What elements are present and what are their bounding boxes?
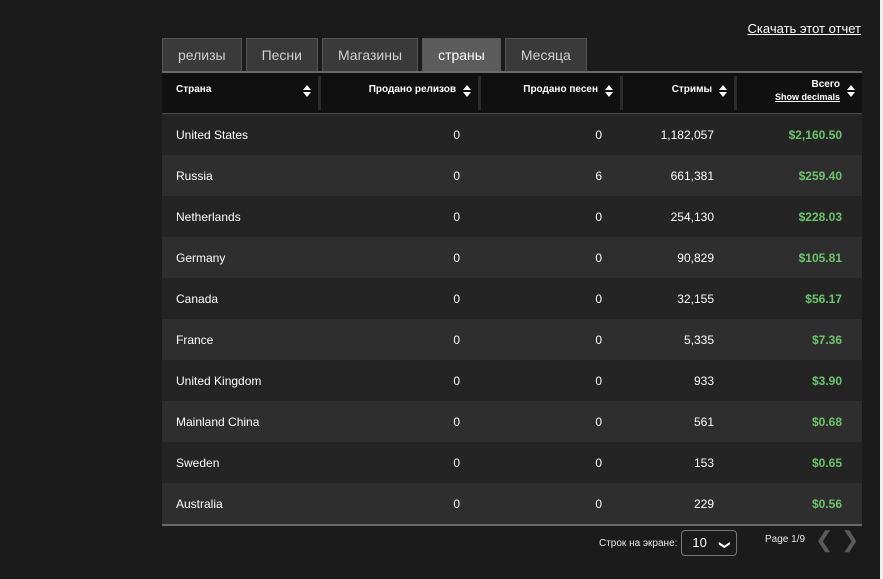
country-cell: Canada: [176, 291, 219, 306]
sort-icon: [605, 85, 613, 97]
country-cell: Netherlands: [176, 209, 241, 224]
total-cell: $7.36: [811, 332, 842, 347]
streams-cell: 1,182,057: [660, 127, 714, 142]
streams-cell: 254,130: [670, 209, 714, 224]
songs-sold-cell: 6: [595, 168, 602, 183]
total-cell: $105.81: [798, 250, 842, 265]
table-row[interactable]: Australia 0 0 229 $0.56: [162, 483, 862, 524]
tab-releases[interactable]: релизы: [162, 38, 242, 71]
streams-cell: 5,335: [683, 332, 714, 347]
country-cell: Sweden: [176, 455, 220, 470]
sort-icon: [303, 85, 311, 97]
column-header-country[interactable]: Страна: [162, 73, 318, 113]
table-row[interactable]: Netherlands 0 0 254,130 $228.03: [162, 196, 862, 237]
table-row[interactable]: Russia 0 6 661,381 $259.40: [162, 155, 862, 196]
country-cell: Mainland China: [176, 414, 260, 429]
total-cell: $259.40: [798, 168, 842, 183]
rows-per-page-control: Строк на экране: 10 ❯: [599, 530, 738, 556]
sort-icon: [719, 85, 727, 97]
songs-sold-cell: 0: [595, 373, 602, 388]
tab-stores[interactable]: Магазины: [321, 38, 419, 71]
rows-per-page-value: 10: [692, 535, 707, 550]
streams-cell: 229: [693, 496, 714, 511]
songs-sold-cell: 0: [595, 496, 602, 511]
column-header-label: Продано релизов: [368, 84, 456, 95]
releases-sold-cell: 0: [453, 291, 460, 306]
streams-cell: 661,381: [670, 168, 714, 183]
column-header-streams[interactable]: Стримы: [620, 73, 734, 113]
total-cell: $0.65: [811, 455, 842, 470]
songs-sold-cell: 0: [595, 332, 602, 347]
rows-per-page-label: Строк на экране:: [599, 537, 678, 549]
streams-cell: 90,829: [677, 250, 714, 265]
table-row[interactable]: Sweden 0 0 153 $0.65: [162, 442, 862, 483]
column-header-total[interactable]: Всего Show decimals: [734, 73, 862, 113]
country-cell: Australia: [176, 496, 223, 511]
songs-sold-cell: 0: [595, 291, 602, 306]
releases-sold-cell: 0: [453, 332, 460, 347]
chevron-left-icon[interactable]: ❮: [815, 529, 833, 551]
total-cell: $0.56: [811, 496, 842, 511]
country-cell: United Kingdom: [176, 373, 262, 388]
download-report-link[interactable]: Скачать этот отчет: [748, 21, 861, 36]
songs-sold-cell: 0: [595, 209, 602, 224]
streams-cell: 561: [693, 414, 714, 429]
songs-sold-cell: 0: [595, 414, 602, 429]
tab-months[interactable]: Месяца: [504, 38, 587, 71]
tab-countries[interactable]: страны: [422, 38, 501, 71]
rows-per-page-select[interactable]: 10 ❯: [681, 530, 738, 556]
country-cell: France: [176, 332, 214, 347]
show-decimals-link[interactable]: Show decimals: [734, 92, 840, 102]
column-header-label: Всего: [811, 79, 841, 90]
releases-sold-cell: 0: [453, 496, 460, 511]
page-indicator: Page 1/9: [765, 534, 806, 545]
releases-sold-cell: 0: [453, 168, 460, 183]
releases-sold-cell: 0: [453, 127, 460, 142]
total-cell: $56.17: [805, 291, 842, 306]
chevron-down-icon: ❯: [718, 540, 731, 550]
total-cell: $0.68: [811, 414, 842, 429]
table-row[interactable]: Canada 0 0 32,155 $56.17: [162, 278, 862, 319]
country-cell: Germany: [176, 250, 226, 265]
total-cell: $2,160.50: [788, 127, 842, 142]
country-cell: United States: [176, 127, 249, 142]
table-bottom-border: [162, 524, 862, 526]
column-header-songs-sold[interactable]: Продано песен: [478, 73, 620, 113]
streams-cell: 933: [693, 373, 714, 388]
total-cell: $228.03: [798, 209, 842, 224]
streams-cell: 32,155: [677, 291, 714, 306]
songs-sold-cell: 0: [595, 455, 602, 470]
table-row[interactable]: United States 0 0 1,182,057 $2,160.50: [162, 114, 862, 155]
countries-table: Страна Продано релизов Продано песен Стр…: [162, 71, 862, 526]
streams-cell: 153: [693, 455, 714, 470]
tab-songs[interactable]: Песни: [245, 38, 318, 71]
table-row[interactable]: Mainland China 0 0 561 $0.68: [162, 401, 862, 442]
column-header-label: Стримы: [671, 84, 712, 95]
releases-sold-cell: 0: [453, 209, 460, 224]
sort-icon: [463, 85, 471, 97]
column-header-label: Страна: [176, 84, 212, 95]
sort-icon: [847, 85, 855, 97]
table-header: Страна Продано релизов Продано песен Стр…: [162, 73, 862, 114]
column-header-releases-sold[interactable]: Продано релизов: [318, 73, 478, 113]
releases-sold-cell: 0: [453, 373, 460, 388]
table-body: United States 0 0 1,182,057 $2,160.50 Ru…: [162, 114, 862, 524]
releases-sold-cell: 0: [453, 455, 460, 470]
country-cell: Russia: [176, 168, 213, 183]
table-row[interactable]: Germany 0 0 90,829 $105.81: [162, 237, 862, 278]
releases-sold-cell: 0: [453, 250, 460, 265]
table-row[interactable]: France 0 0 5,335 $7.36: [162, 319, 862, 360]
songs-sold-cell: 0: [595, 127, 602, 142]
column-header-label: Продано песен: [523, 84, 598, 95]
table-row[interactable]: United Kingdom 0 0 933 $3.90: [162, 360, 862, 401]
songs-sold-cell: 0: [595, 250, 602, 265]
report-tabs: релизы Песни Магазины страны Месяца: [162, 38, 591, 71]
total-cell: $3.90: [811, 373, 842, 388]
releases-sold-cell: 0: [453, 414, 460, 429]
chevron-right-icon[interactable]: ❯: [841, 529, 859, 551]
